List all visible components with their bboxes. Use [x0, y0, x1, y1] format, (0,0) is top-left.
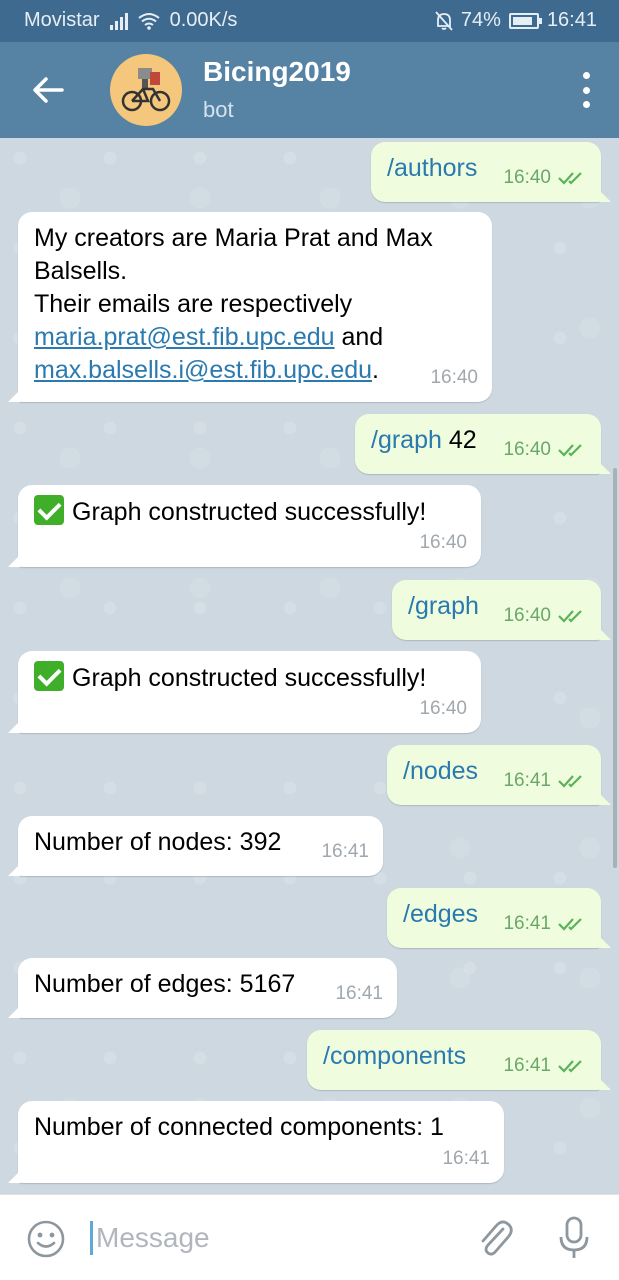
outgoing-message[interactable]: /graph 16:40 — [392, 580, 611, 640]
bot-avatar[interactable] — [110, 54, 182, 126]
more-options-icon[interactable] — [581, 72, 591, 108]
bot-command-link[interactable]: /graph — [408, 592, 479, 620]
email-link[interactable]: max.balsells.i@est.fib.upc.edu — [34, 356, 372, 384]
bot-command-link[interactable]: /authors — [387, 154, 477, 182]
message-time: 16:40 — [503, 605, 551, 626]
double-check-icon — [558, 774, 582, 788]
battery-icon — [508, 12, 542, 29]
incoming-message[interactable]: My creators are Maria Prat and Max Balse… — [8, 212, 492, 402]
wifi-icon — [137, 12, 160, 30]
double-check-icon — [558, 609, 582, 623]
bot-command-link[interactable]: /graph — [371, 426, 442, 454]
double-check-icon — [558, 917, 582, 931]
message-text: Graph constructed successfully! — [72, 498, 427, 526]
outgoing-message[interactable]: /authors 16:40 — [371, 142, 611, 202]
message-time: 16:40 — [503, 167, 551, 188]
outgoing-message[interactable]: /edges 16:41 — [387, 888, 611, 948]
double-check-icon — [558, 1059, 582, 1073]
message-time: 16:40 — [419, 698, 467, 719]
message-text: . — [372, 356, 379, 384]
chat-header: Bicing2019 bot — [0, 42, 619, 138]
outgoing-message[interactable]: /components 16:41 — [307, 1030, 611, 1090]
message-text: and — [334, 323, 384, 351]
incoming-message[interactable]: Number of edges: 5167 16:41 — [8, 958, 397, 1018]
smile-icon[interactable] — [26, 1219, 66, 1259]
text-cursor — [90, 1221, 93, 1255]
scrollbar[interactable] — [613, 468, 617, 868]
message-time: 16:40 — [419, 532, 467, 553]
message-text: Graph constructed successfully! — [72, 664, 427, 692]
chat-subtitle: bot — [203, 97, 234, 122]
chat-title: Bicing2019 — [203, 56, 351, 87]
message-time: 16:40 — [503, 439, 551, 460]
check-mark-emoji-icon — [34, 661, 64, 691]
carrier-name: Movistar — [24, 9, 100, 31]
message-time: 16:40 — [430, 367, 478, 388]
double-check-icon — [558, 171, 582, 185]
outgoing-message[interactable]: /graph 42 16:40 — [355, 414, 611, 474]
message-time: 16:41 — [442, 1148, 490, 1169]
paperclip-icon[interactable] — [475, 1217, 515, 1259]
battery-percent: 74% — [460, 9, 501, 31]
message-time: 16:41 — [335, 983, 383, 1004]
bot-command-link[interactable]: /components — [323, 1042, 466, 1070]
status-bar: Movistar 0.00K/s 74% 16:41 — [0, 0, 619, 42]
incoming-message[interactable]: Number of nodes: 392 16:41 — [8, 816, 383, 876]
message-list[interactable]: /authors 16:40 My creators are Maria Pra… — [0, 138, 619, 1194]
microphone-icon[interactable] — [556, 1215, 592, 1261]
signal-icon — [109, 12, 128, 30]
message-time: 16:41 — [321, 841, 369, 862]
incoming-message[interactable]: Graph constructed successfully! 16:40 — [8, 485, 481, 567]
bot-command-link[interactable]: /nodes — [403, 757, 478, 785]
message-text: Their emails are respectively — [34, 290, 353, 318]
back-arrow-icon[interactable] — [30, 72, 66, 108]
bicycle-icon — [121, 68, 171, 112]
outgoing-message[interactable]: /nodes 16:41 — [387, 745, 611, 805]
bot-command-link[interactable]: /edges — [403, 900, 478, 928]
double-check-icon — [558, 443, 582, 457]
incoming-message[interactable]: Graph constructed successfully! 16:40 — [8, 651, 481, 733]
message-text: Number of connected components: 1 — [34, 1113, 444, 1141]
message-text: My creators are Maria Prat and Max Balse… — [34, 224, 433, 285]
message-time: 16:41 — [503, 770, 551, 791]
message-time: 16:41 — [503, 1055, 551, 1076]
network-speed: 0.00K/s — [169, 9, 238, 31]
email-link[interactable]: maria.prat@est.fib.upc.edu — [34, 323, 335, 351]
bell-off-icon — [435, 10, 453, 31]
clock: 16:41 — [546, 9, 597, 31]
incoming-message[interactable]: Number of connected components: 1 16:41 — [8, 1101, 504, 1183]
message-text: Number of edges: 5167 — [34, 970, 296, 998]
message-time: 16:41 — [503, 913, 551, 934]
message-composer — [0, 1194, 619, 1280]
message-text: Number of nodes: 392 — [34, 828, 282, 856]
check-mark-emoji-icon — [34, 495, 64, 525]
message-text: 42 — [441, 426, 477, 454]
message-input[interactable] — [96, 1219, 456, 1257]
